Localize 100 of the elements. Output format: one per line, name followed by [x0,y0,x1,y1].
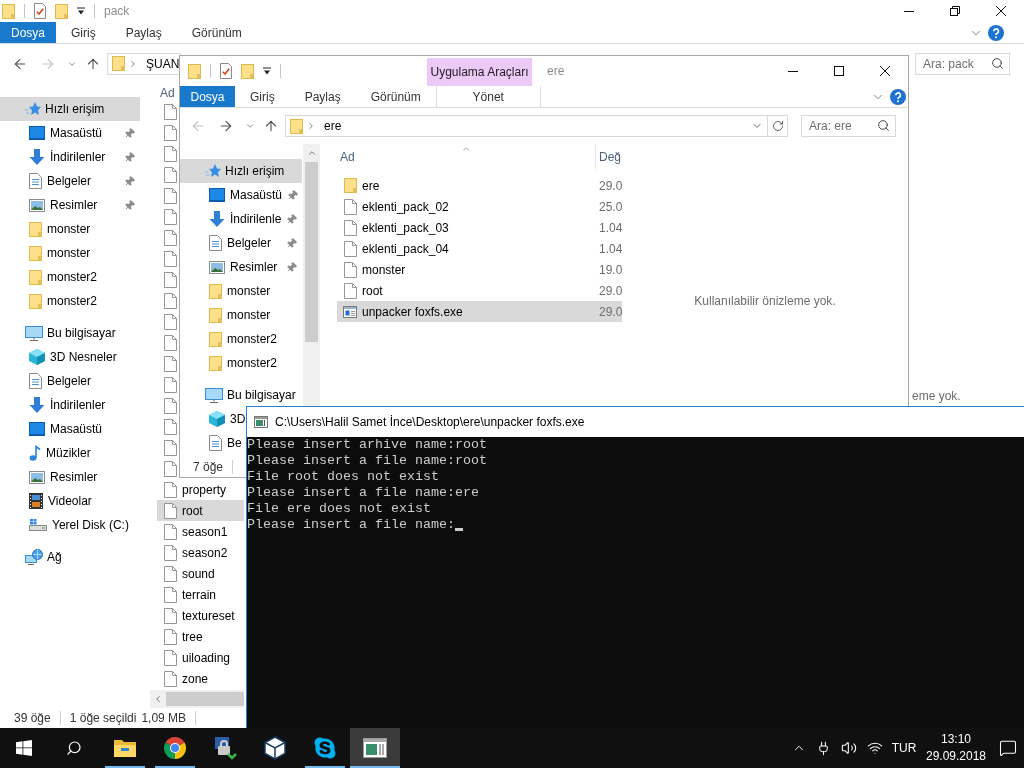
nav-item[interactable]: Masaüstü [0,121,140,145]
file-icon [163,502,177,519]
nav-item[interactable]: Resimler [0,193,140,217]
scrollbar-thumb[interactable] [305,162,318,342]
ribbon-tab[interactable]: Giriş [235,86,290,107]
wifi-icon [866,740,883,756]
nav-item[interactable]: Belgeler [0,369,92,393]
dropdown-caret-icon[interactable] [77,7,85,15]
ribbon-tab[interactable]: Paylaş [110,22,177,43]
nav-item[interactable]: monster [0,217,91,241]
file-row[interactable]: monster 19.0 [337,259,622,280]
nav-item[interactable]: Hızlı erişim [0,97,140,121]
monitor-icon [209,188,225,202]
file-row[interactable]: unpacker foxfs.exe 29.0 [337,301,622,322]
taskbar-button[interactable] [350,728,400,768]
file-row[interactable]: season1 [157,521,244,542]
search-field[interactable]: Ara: ere [801,115,896,137]
file-row[interactable]: eklenti_pack_02 25.0 [337,196,622,217]
file-icon [163,166,177,183]
folder-icon [209,283,222,299]
file-row[interactable]: tree [157,626,244,647]
column-header[interactable]: Ad [157,83,175,103]
nav-item[interactable]: Yerel Disk (C:) [0,513,129,537]
file-menu-button[interactable]: Dosya [0,22,56,43]
dropdown-caret-icon[interactable] [263,67,271,75]
ribbon-tab[interactable]: Giriş [56,22,111,43]
document-check-icon[interactable] [220,63,232,79]
film-strip-icon [29,493,43,509]
nav-item[interactable]: Bu bilgisayar [180,383,296,407]
column-header[interactable]: Ad [337,144,595,169]
nav-item[interactable]: monster [0,241,91,265]
file-menu-button[interactable]: Dosya [180,86,235,107]
nav-item[interactable]: İndirilenler [0,393,106,417]
file-row[interactable]: season2 [157,542,244,563]
file-row[interactable]: root 29.0 [337,280,622,301]
console-line: Please insert a file name:ere [247,485,479,500]
search-field[interactable]: Ara: pack [915,52,1010,75]
nav-item[interactable]: İndirilenler [0,145,140,169]
document-check-icon[interactable] [34,3,46,19]
file-icon [163,208,177,225]
status-text: 1,09 MB [141,711,187,725]
file-row[interactable]: eklenti_pack_03 1.04 [337,217,622,238]
sort-caret-icon [461,144,471,154]
file-row[interactable]: terrain [157,584,244,605]
nav-item[interactable]: monster2 [0,289,98,313]
scrollbar-thumb[interactable] [166,692,244,706]
pin-icon[interactable] [284,211,300,227]
file-icon [163,397,177,414]
nav-item[interactable]: İndirilenle [180,207,302,231]
nav-item[interactable]: monster2 [180,327,278,351]
address-bar[interactable]: ere [285,115,788,137]
file-icon [163,586,177,603]
address-bar[interactable]: ŞUAN [107,52,181,75]
picture-icon [29,470,45,484]
ribbon-tab[interactable]: Görünüm [355,86,436,107]
breadcrumb-segment[interactable]: ere [324,119,342,133]
file-row[interactable]: eklenti_pack_04 1.04 [337,238,622,259]
nav-item[interactable]: Videolar [0,489,92,513]
volume-icon [840,740,857,756]
breadcrumb-segment[interactable]: ŞUAN [146,56,180,71]
scroll-left-icon[interactable] [153,694,163,704]
folder-icon[interactable] [188,63,201,79]
status-text: 1 öğe seçildi [69,711,137,725]
file-row[interactable]: ere 29.0 [337,175,622,196]
nav-item[interactable]: Müzikler [0,441,91,465]
nav-item[interactable]: Ağ [0,545,62,569]
nav-item[interactable]: Masaüstü [180,183,302,207]
clock-button[interactable]: 13:10 29.09.2018 [920,728,992,768]
nav-item[interactable]: monster [180,279,271,303]
folder-icon[interactable] [2,3,15,19]
file-row[interactable]: zone [157,668,244,689]
file-row[interactable]: root [157,500,244,521]
file-row[interactable]: uiloading [157,647,244,668]
computer-icon [25,325,43,341]
nav-item[interactable]: 3D [180,407,246,431]
scroll-up-icon[interactable] [306,148,317,158]
file-row[interactable]: textureset [157,605,244,626]
ribbon-tab[interactable]: Paylaş [289,86,356,107]
ribbon-tab[interactable]: Görünüm [176,22,257,43]
nav-item[interactable]: Hızlı erişim [180,159,302,183]
file-row[interactable]: property [157,479,244,500]
nav-item[interactable]: Resimler [0,465,98,489]
nav-item[interactable]: Resimler [180,255,302,279]
file-row[interactable]: sound [157,563,244,584]
nav-item[interactable]: monster2 [0,265,98,289]
folder-icon[interactable] [55,3,68,19]
document-icon [29,173,42,189]
column-header[interactable]: Değ [596,144,622,169]
nav-item[interactable]: Bu bilgisayar [0,321,116,345]
language-indicator[interactable]: TUR [888,728,920,768]
nav-item[interactable]: Be [180,431,242,455]
nav-item[interactable]: Masaüstü [0,417,103,441]
start-icon[interactable] [16,740,32,756]
nav-item[interactable]: 3D Nesneler [0,345,117,369]
nav-item[interactable]: Belgeler [0,169,140,193]
nav-item[interactable]: monster [180,303,271,327]
notification-icon [999,739,1017,757]
folder-icon[interactable] [241,63,254,79]
nav-item[interactable]: Belgeler [180,231,302,255]
nav-item[interactable]: monster2 [180,351,278,375]
